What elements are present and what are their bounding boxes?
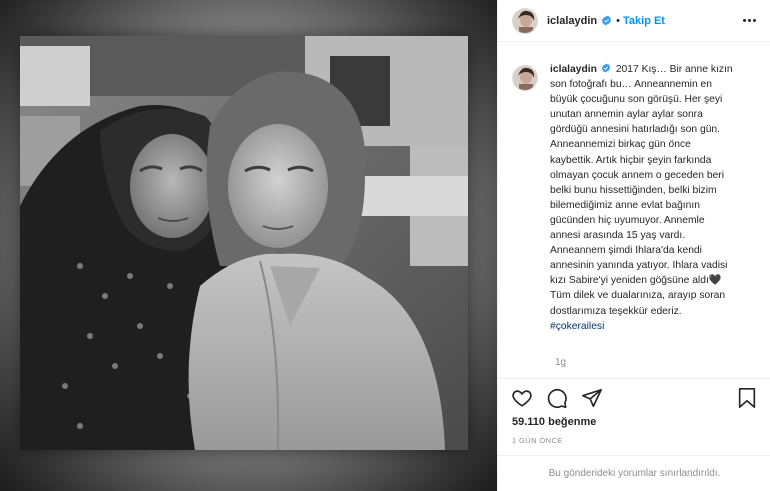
caption-line: Tüm dilek ve dualarınıza, arayıp soran bbox=[550, 290, 726, 302]
verified-badge-icon bbox=[601, 15, 612, 26]
bookmark-icon[interactable] bbox=[735, 386, 759, 410]
caption-text: iclalaydin 2017 Kış… Bir anne kızın son … bbox=[550, 62, 755, 334]
heart-icon[interactable] bbox=[510, 386, 534, 410]
avatar-image bbox=[513, 8, 537, 33]
more-options-icon[interactable] bbox=[739, 15, 760, 26]
comments-limited-notice: Bu gönderideki yorumlar sınırlandırıldı. bbox=[498, 455, 770, 491]
caption-line: unutan annemin aylar aylar sonra bbox=[550, 109, 703, 121]
caption-line: kaybettik. Artık hiçbir şeyin farkında bbox=[550, 154, 712, 166]
post-photo[interactable] bbox=[20, 36, 468, 450]
caption-line: kızı Sabire'yi yeniden göğsüne aldı🖤 bbox=[550, 275, 722, 287]
caption: iclalaydin 2017 Kış… Bir anne kızın son … bbox=[498, 62, 770, 334]
caption-username[interactable]: iclalaydin bbox=[550, 64, 597, 75]
post-image-area bbox=[0, 0, 497, 491]
caption-line: gücünden hiç uyumuyor. Annemle bbox=[550, 214, 705, 226]
follow-button[interactable]: Takip Et bbox=[623, 15, 665, 27]
post-timestamp[interactable]: 1 GÜN ÖNCE bbox=[512, 436, 563, 445]
caption-line: gördüğü annesini hatırladığı son gün. bbox=[550, 124, 721, 136]
hashtag-link[interactable]: #çokerailesi bbox=[550, 319, 755, 334]
caption-line: Anneannemizi birkaç gün önce bbox=[550, 139, 691, 151]
post-header: iclalaydin • Takip Et bbox=[498, 0, 770, 42]
caption-line: annesi arasında 15 yaş vardı. bbox=[550, 230, 686, 242]
action-bar bbox=[498, 378, 770, 416]
caption-line: son fotoğrafı bu… Anneannemin en bbox=[550, 79, 713, 91]
caption-avatar[interactable] bbox=[512, 65, 538, 91]
caption-line: annesinin yanında yatıyor. Ihlara vadisi bbox=[550, 260, 728, 272]
share-icon[interactable] bbox=[580, 386, 604, 410]
likes-count[interactable]: 59.110 beğenme bbox=[512, 416, 596, 428]
header-username[interactable]: iclalaydin bbox=[547, 15, 597, 27]
comment-icon[interactable] bbox=[545, 386, 569, 410]
caption-time-ago[interactable]: 1g bbox=[555, 357, 566, 368]
post-sidebar: iclalaydin • Takip Et iclalaydin 2017 Kı… bbox=[497, 0, 770, 491]
header-separator: • bbox=[616, 14, 620, 27]
caption-line: olmayan çocuk annem o geceden beri bbox=[550, 169, 725, 181]
post-photo-illustration bbox=[20, 36, 468, 450]
caption-verified-badge-icon bbox=[601, 63, 611, 73]
caption-line: belki bunu hissettiğinden, belki bizim bbox=[550, 184, 717, 196]
caption-line: bilemediğimiz anne evlat bağının bbox=[550, 199, 700, 211]
caption-line: büyük çocuğunu son görüşü. Her şeyi bbox=[550, 94, 723, 106]
caption-avatar-image bbox=[513, 66, 537, 90]
caption-line: 2017 Kış… Bir anne kızın bbox=[615, 64, 733, 75]
caption-line: dostlarımıza teşekkür ederiz. bbox=[550, 305, 682, 317]
caption-line: Anneannem şimdi Ihlara'da kendi bbox=[550, 245, 702, 257]
avatar[interactable] bbox=[512, 7, 538, 34]
